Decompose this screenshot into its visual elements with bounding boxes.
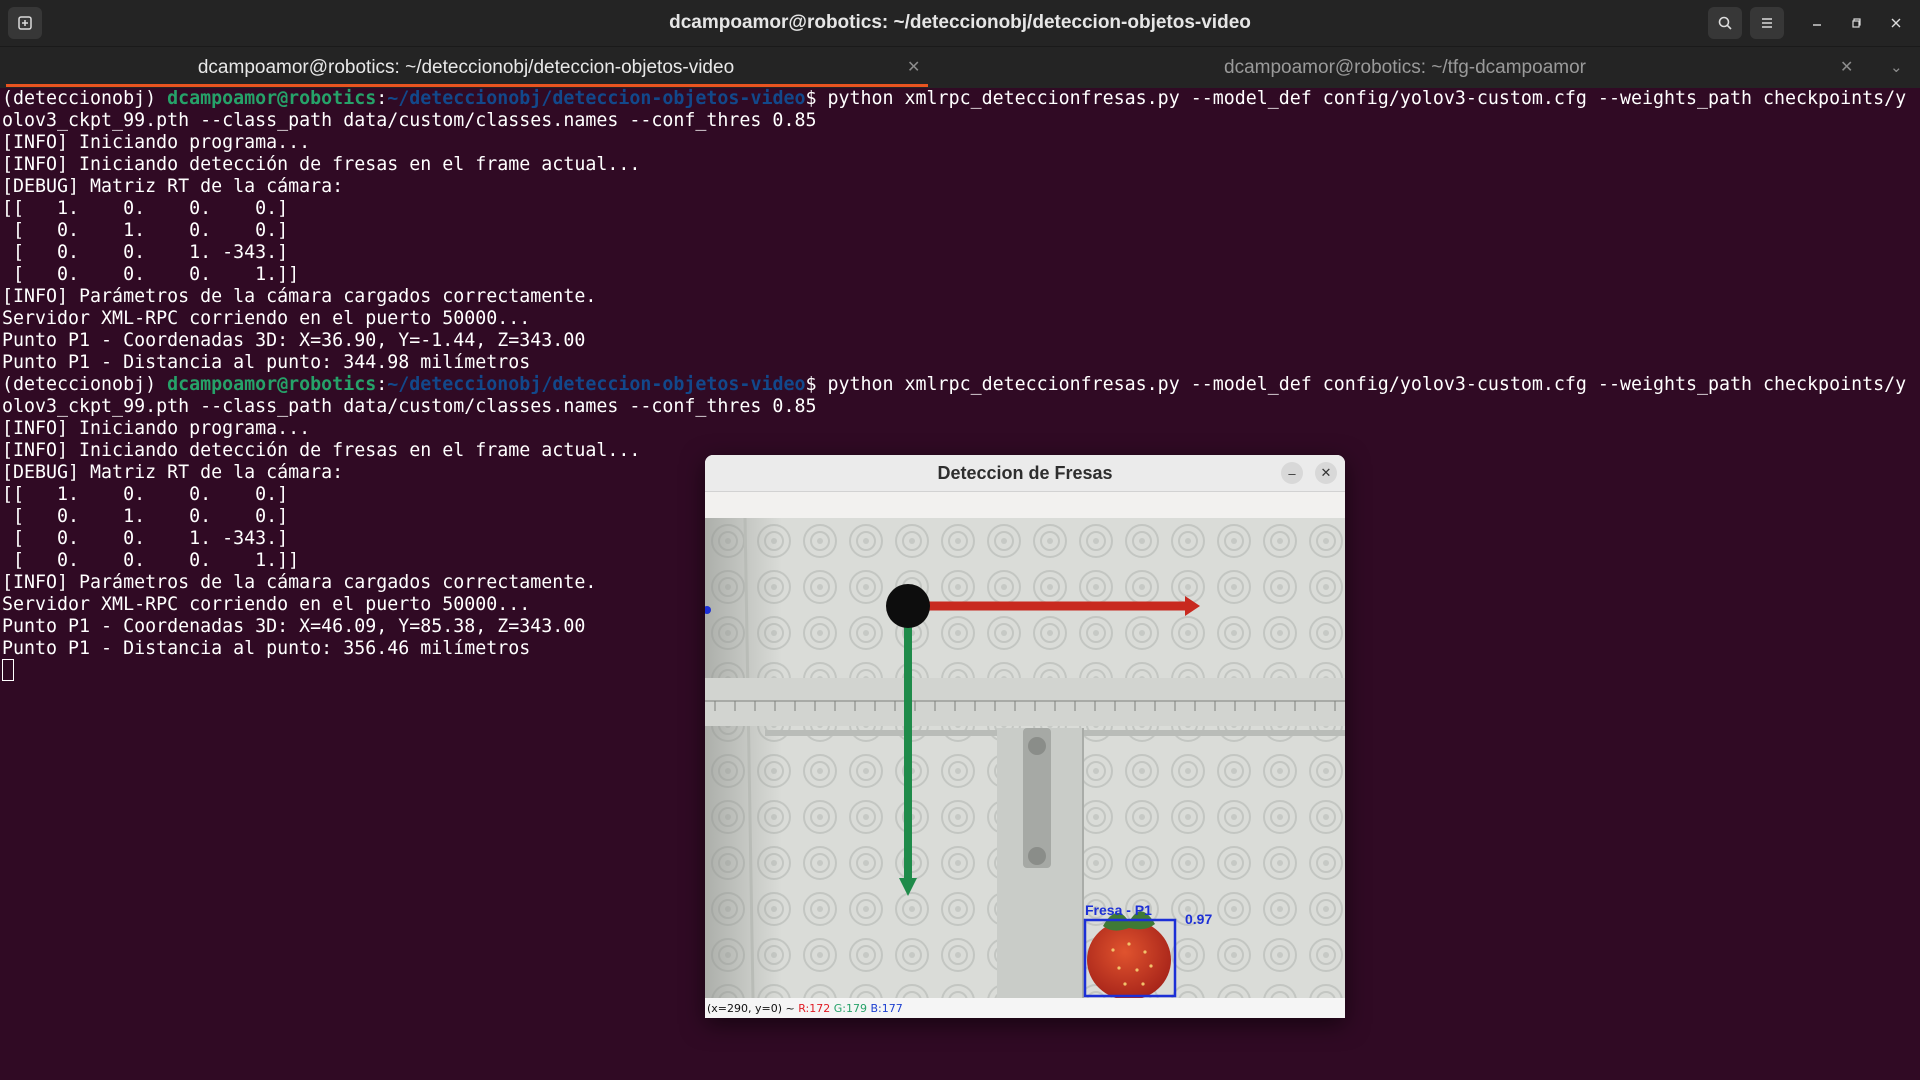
detection-minimize-button[interactable]: – xyxy=(1281,462,1303,484)
detection-toolbar xyxy=(705,492,1345,518)
origin-marker xyxy=(886,584,930,628)
status-blue-value: B:177 xyxy=(870,1002,903,1015)
prompt-separator: : xyxy=(376,374,388,395)
ruler-horizontal xyxy=(705,678,1345,726)
output-line: [[ 1. 0. 0. 0.] xyxy=(2,198,289,219)
prompt-env: (deteccionobj) xyxy=(2,374,168,395)
close-icon: ✕ xyxy=(907,59,921,76)
output-line: [ 0. 0. 0. 1.]] xyxy=(2,264,300,285)
close-icon xyxy=(1891,18,1901,28)
hamburger-menu-icon xyxy=(1762,18,1772,28)
minimize-button[interactable] xyxy=(1805,11,1829,35)
active-tab-indicator xyxy=(6,84,928,87)
output-line: Punto P1 - Distancia al punto: 344.98 mi… xyxy=(2,352,531,373)
tab-deteccion-objetos-video[interactable]: dcampoamor@robotics: ~/deteccionobj/dete… xyxy=(0,47,932,89)
output-line: [INFO] Parámetros de la cámara cargados … xyxy=(2,286,597,307)
text-cursor xyxy=(2,659,14,681)
command-continuation: olov3_ckpt_99.pth --class_path data/cust… xyxy=(2,110,817,131)
detection-window-title: Deteccion de Fresas xyxy=(937,463,1113,483)
prompt-user: dcampoamor@robotics xyxy=(167,374,377,395)
terminal-titlebar: dcampoamor@robotics: ~/deteccionobj/dete… xyxy=(0,0,1920,46)
status-red-value: R:172 xyxy=(798,1002,831,1015)
tab-label: dcampoamor@robotics: ~/deteccionobj/dete… xyxy=(197,57,735,78)
window-title: dcampoamor@robotics: ~/deteccionobj/dete… xyxy=(669,12,1251,33)
prompt-separator: : xyxy=(376,88,388,109)
prompt-path: ~/deteccionobj/deteccion-objetos-video xyxy=(387,88,806,109)
close-icon: ✕ xyxy=(1320,465,1332,480)
menu-button[interactable] xyxy=(1750,7,1784,39)
command-continuation: olov3_ckpt_99.pth --class_path data/cust… xyxy=(2,396,817,417)
chevron-down-icon: ⌄ xyxy=(1890,59,1903,76)
prompt-env: (deteccionobj) xyxy=(2,88,168,109)
command-text: python xmlrpc_deteccionfresas.py --model… xyxy=(827,88,1907,109)
tab-bar: dcampoamor@robotics: ~/deteccionobj/dete… xyxy=(0,46,1920,89)
search-button[interactable] xyxy=(1708,7,1742,39)
detection-label: Fresa - P1 xyxy=(1085,902,1152,918)
tab-list-button[interactable]: ⌄ xyxy=(1890,47,1903,89)
command-text: python xmlrpc_deteccionfresas.py --model… xyxy=(827,374,1907,395)
status-coordinates: (x=290, y=0) ~ xyxy=(707,1002,799,1015)
camera-frame[interactable]: Fresa - P1 0.97 xyxy=(705,517,1345,1000)
maximize-button[interactable] xyxy=(1845,11,1869,35)
tab-close-button[interactable]: ✕ xyxy=(1840,47,1853,89)
status-green-value: G:179 xyxy=(833,1002,867,1015)
output-line: [INFO] Iniciando detección de fresas en … xyxy=(2,154,641,175)
output-line: [INFO] Iniciando programa... xyxy=(2,132,311,153)
prompt-symbol: $ xyxy=(805,374,828,395)
search-icon xyxy=(1718,16,1732,30)
output-line: [ 0. 0. 1. -343.] xyxy=(2,242,289,263)
minimize-icon: – xyxy=(1288,465,1296,481)
output-line: Servidor XML-RPC corriendo en el puerto … xyxy=(2,308,531,329)
tab-close-button[interactable]: ✕ xyxy=(907,47,920,89)
minimize-icon xyxy=(1813,24,1821,26)
close-button[interactable] xyxy=(1884,11,1908,35)
prompt-user: dcampoamor@robotics xyxy=(167,88,377,109)
tab-label: dcampoamor@robotics: ~/tfg-dcampoamor xyxy=(1224,57,1586,78)
camera-frame-scene: Fresa - P1 0.97 xyxy=(705,517,1345,1000)
detection-window-titlebar[interactable]: Deteccion de Fresas – ✕ xyxy=(705,455,1345,492)
prompt-line: (deteccionobj) dcampoamor@robotics:~/det… xyxy=(0,88,1920,110)
output-line: [DEBUG] Matriz RT de la cámara: xyxy=(2,176,344,197)
output-line: [INFO] Iniciando programa... xyxy=(2,418,311,439)
output-line: [ 0. 1. 0. 0.] xyxy=(2,220,289,241)
tab-tfg-dcampoamor[interactable]: dcampoamor@robotics: ~/tfg-dcampoamor xyxy=(940,47,1870,89)
pixel-status-bar: (x=290, y=0) ~ R:172 G:179 B:177 xyxy=(705,998,1345,1018)
maximize-icon xyxy=(1852,18,1861,28)
prompt-symbol: $ xyxy=(805,88,828,109)
detection-close-button[interactable]: ✕ xyxy=(1315,462,1337,484)
close-icon: ✕ xyxy=(1840,59,1854,76)
detection-confidence: 0.97 xyxy=(1185,911,1212,927)
prompt-path: ~/deteccionobj/deteccion-objetos-video xyxy=(387,374,806,395)
prompt-line: (deteccionobj) dcampoamor@robotics:~/det… xyxy=(0,374,1920,396)
detection-window[interactable]: Deteccion de Fresas – ✕ Fresa - P1 0.97 … xyxy=(705,455,1345,1018)
output-line: Punto P1 - Coordenadas 3D: X=36.90, Y=-1… xyxy=(2,330,586,351)
strawberry xyxy=(1087,920,1171,1000)
